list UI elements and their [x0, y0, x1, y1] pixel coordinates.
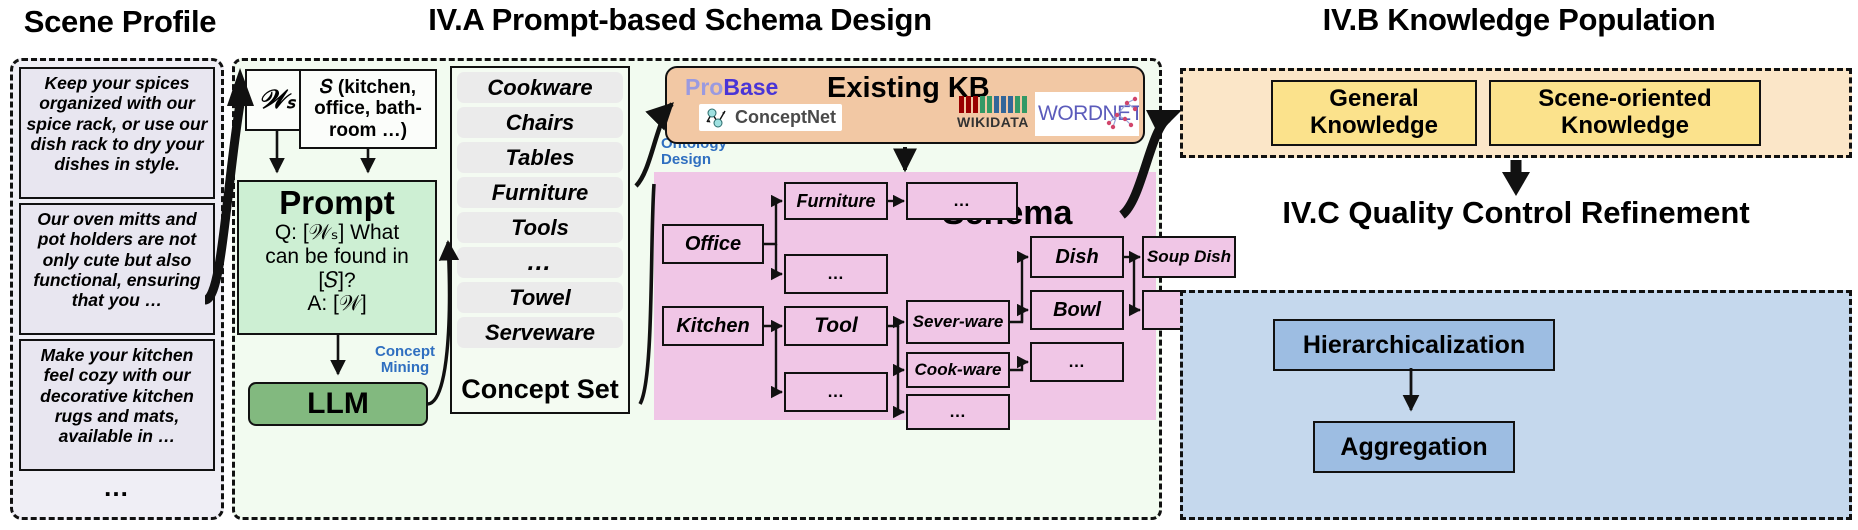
prompt-line-4: A: [𝒲] — [307, 292, 367, 316]
wordnet-tree-icon — [1106, 96, 1138, 130]
schema-node-kitchen: Kitchen — [662, 306, 764, 346]
prompt-line-3: [𝑆]? — [318, 268, 356, 292]
concept-mining-label: Concept Mining — [375, 343, 435, 376]
schema-node-dish: Dish — [1030, 236, 1124, 278]
probase-logo: ProBase — [685, 74, 778, 101]
schema-node-furniture: Furniture — [784, 182, 888, 220]
schema-node-ellipsis-3: … — [784, 372, 888, 412]
prompt-line-1: Q: [𝒲ₛ] What — [274, 220, 400, 244]
schema-node-bowl: Bowl — [1030, 290, 1124, 330]
probase-base-text: Base — [723, 74, 779, 100]
prompt-line-2: can be found in — [265, 244, 409, 268]
knowledge-population-title: IV.B Knowledge Population — [1322, 2, 1716, 37]
concept-set-box: Cookware Chairs Tables Furniture Tools …… — [450, 66, 630, 414]
schema-area: Schema Office Furniture … … Kitchen Tool… — [654, 172, 1236, 430]
concept-item: Furniture — [457, 177, 623, 208]
schema-node-soup-dish: Soup Dish — [1142, 236, 1236, 278]
scene-more-ellipsis: … — [103, 472, 131, 502]
wordnet-logo: WORDNET — [1035, 92, 1139, 136]
concept-set-label: Concept Set — [461, 373, 619, 404]
schema-node-ellipsis-1: … — [906, 182, 1018, 220]
prompt-box: Prompt Q: [𝒲ₛ] What can be found in [𝑆]?… — [237, 180, 437, 335]
existing-kb-box: Existing KB ProBase ConceptNet WIKIDATA … — [665, 66, 1145, 144]
llm-box: LLM — [248, 382, 428, 426]
scene-profile-panel: Keep your spices organized with our spic… — [10, 58, 224, 520]
probase-pro-text: Pro — [685, 74, 724, 100]
schema-design-title: IV.A Prompt-based Schema Design — [428, 2, 932, 37]
quality-control-panel: Hierarchicalization Aggregation — [1180, 290, 1852, 520]
general-knowledge-box: General Knowledge — [1271, 80, 1477, 146]
concept-item: Tables — [457, 142, 623, 173]
schema-node-ellipsis-6: … — [1030, 342, 1124, 382]
concept-item: Chairs — [457, 107, 623, 138]
arrow-ivb-to-ivc-head — [1502, 172, 1530, 196]
concept-item: Cookware — [457, 72, 623, 103]
schema-node-tool: Tool — [784, 306, 888, 346]
scene-card: Keep your spices organized with our spic… — [19, 67, 215, 199]
quality-control-title: IV.C Quality Control Refinement — [1282, 195, 1750, 230]
concept-item: Towel — [457, 282, 623, 313]
knowledge-population-panel: General Knowledge Scene-oriented Knowled… — [1180, 68, 1852, 158]
hierarchicalization-box: Hierarchicalization — [1273, 319, 1555, 371]
concept-item-ellipsis: … — [457, 247, 623, 278]
concept-item: Tools — [457, 212, 623, 243]
concept-item: Serveware — [457, 317, 623, 348]
wikidata-bars-icon — [957, 96, 1029, 113]
schema-node-office: Office — [662, 224, 764, 264]
scene-card: Make your kitchen feel cozy with our dec… — [19, 339, 215, 471]
schema-node-ellipsis-4: … — [906, 394, 1010, 430]
wikidata-text: WIKIDATA — [957, 114, 1029, 130]
scene-card: Our oven mitts and pot holders are not o… — [19, 203, 215, 335]
prompt-title: Prompt — [279, 184, 395, 221]
conceptnet-text: ConceptNet — [735, 107, 837, 127]
scene-profile-title: Scene Profile — [23, 4, 217, 39]
schema-node-serverware: Sever-ware — [906, 300, 1010, 344]
aggregation-box: Aggregation — [1313, 421, 1515, 473]
scene-oriented-knowledge-box: Scene-oriented Knowledge — [1489, 80, 1761, 146]
wikidata-logo: WIKIDATA — [957, 96, 1029, 130]
scene-variable-box: 𝑆 (kitchen, office, bath-room …) — [299, 69, 437, 149]
conceptnet-logo: ConceptNet — [699, 104, 843, 131]
schema-node-cookware: Cook-ware — [906, 352, 1010, 388]
conceptnet-graph-icon — [706, 108, 726, 127]
schema-node-ellipsis-2: … — [784, 254, 888, 294]
